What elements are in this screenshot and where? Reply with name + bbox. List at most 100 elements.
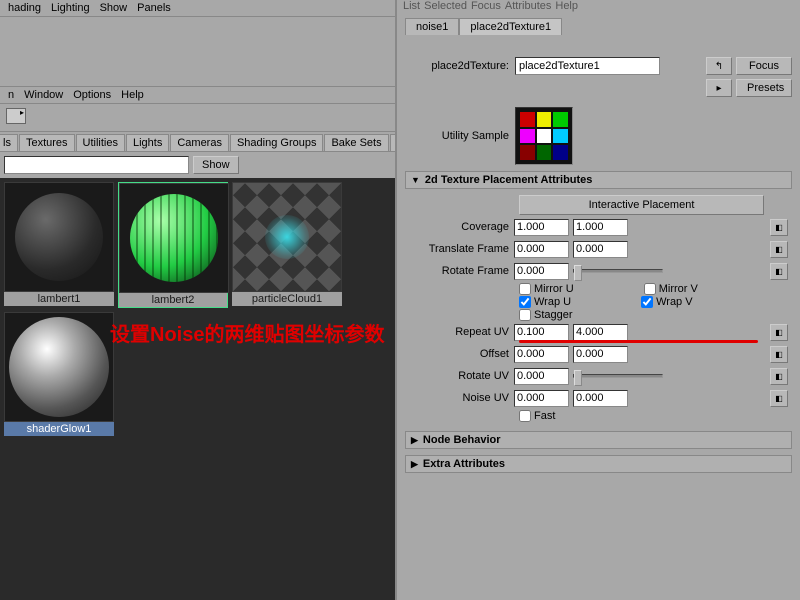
tab-place2dtexture1[interactable]: place2dTexture1 [459,18,562,35]
tool-icon[interactable] [6,108,26,124]
wrap-u-checkbox[interactable]: Wrap U [519,296,571,308]
mirror-v-checkbox[interactable]: Mirror V [644,283,698,295]
material-grid: lambert1 lambert2 particleCloud1 shaderG… [0,178,395,600]
offset-label: Offset [409,348,514,360]
filter-input[interactable] [4,156,189,174]
menu-help[interactable]: Help [117,89,148,101]
menu-list[interactable]: List [403,0,420,12]
hypershade-menubar: n Window Options Help [0,87,395,104]
map-button[interactable]: ◧ [770,390,788,407]
go-output-button[interactable]: ▸ [706,79,732,97]
tab-bakesets[interactable]: Bake Sets [324,134,388,151]
offset-u-input[interactable] [514,346,569,363]
menu-selected[interactable]: Selected [424,0,467,12]
collapse-arrow-icon: ▼ [411,175,420,185]
presets-button[interactable]: Presets [736,79,792,97]
rotateuv-input[interactable] [514,368,569,385]
section-nodebehavior[interactable]: ▶ Node Behavior [405,431,792,449]
map-button[interactable]: ◧ [770,241,788,258]
hypershade-tabs: ls Textures Utilities Lights Cameras Sha… [0,132,395,152]
ae-node-tabs: noise1 place2dTexture1 [397,14,800,35]
checker-preview-icon [233,183,341,291]
repeatuv-label: Repeat UV [409,326,514,338]
section-extraattributes[interactable]: ▶ Extra Attributes [405,455,792,473]
sphere-preview-icon [15,193,103,281]
collapse-arrow-icon: ▶ [411,459,418,470]
section-title: 2d Texture Placement Attributes [425,174,593,186]
focus-button[interactable]: Focus [736,57,792,75]
tab-noise1[interactable]: noise1 [405,18,459,35]
tab-utilities[interactable]: Utilities [76,134,125,151]
repeatuv-v-input[interactable] [573,324,628,341]
nodename-label: place2dTexture: [405,60,515,72]
tab-shadinggroups[interactable]: Shading Groups [230,134,324,151]
stagger-checkbox[interactable]: Stagger [519,309,573,321]
menu-panels[interactable]: Panels [133,2,175,14]
attribute-editor: List Selected Focus Attributes Help nois… [395,0,800,600]
menu-help[interactable]: Help [555,0,578,12]
ae-menubar: List Selected Focus Attributes Help [397,0,800,14]
hypershade-panel: hading Lighting Show Panels n Window Opt… [0,0,395,600]
menu-attributes[interactable]: Attributes [505,0,551,12]
rotateframe-input[interactable] [514,263,569,280]
menu-focus[interactable]: Focus [471,0,501,12]
map-button[interactable]: ◧ [770,324,788,341]
go-input-button[interactable]: ↰ [706,57,732,75]
translateframe-v-input[interactable] [573,241,628,258]
swatch-label: particleCloud1 [232,292,342,306]
swatch-shaderglow1[interactable]: shaderGlow1 [4,312,114,436]
section-2dtexture[interactable]: ▼ 2d Texture Placement Attributes [405,171,792,189]
menu-window[interactable]: Window [20,89,67,101]
noiseuv-u-input[interactable] [514,390,569,407]
menu-options[interactable]: Options [69,89,115,101]
section-title: Node Behavior [423,434,501,446]
map-button[interactable]: ◧ [770,263,788,280]
menu-n-partial[interactable]: n [4,89,18,101]
coverage-label: Coverage [409,221,514,233]
menu-shading[interactable]: hading [4,2,45,14]
menu-lighting[interactable]: Lighting [47,2,94,14]
map-button[interactable]: ◧ [770,368,788,385]
noiseuv-v-input[interactable] [573,390,628,407]
interactive-placement-button[interactable]: Interactive Placement [519,195,764,215]
rotateframe-label: Rotate Frame [409,265,514,277]
tab-materials[interactable]: ls [0,134,18,151]
swatch-lambert1[interactable]: lambert1 [4,182,114,308]
section-title: Extra Attributes [423,458,505,470]
sphere-preview-icon [130,194,218,282]
rotateuv-label: Rotate UV [409,370,514,382]
translateframe-label: Translate Frame [409,243,514,255]
menu-show[interactable]: Show [96,2,132,14]
translateframe-u-input[interactable] [514,241,569,258]
repeatuv-u-input[interactable] [514,324,569,341]
map-button[interactable]: ◧ [770,219,788,236]
mirror-u-checkbox[interactable]: Mirror U [519,283,574,295]
filter-row: Show [0,152,395,178]
tab-lights[interactable]: Lights [126,134,169,151]
rotateuv-slider[interactable] [573,374,663,378]
rotateframe-slider[interactable] [573,269,663,273]
offset-v-input[interactable] [573,346,628,363]
noiseuv-label: Noise UV [409,392,514,404]
show-button[interactable]: Show [193,156,239,174]
swatch-lambert2[interactable]: lambert2 [118,182,228,308]
nodename-input[interactable] [515,57,660,75]
coverage-v-input[interactable] [573,219,628,236]
sphere-preview-icon [9,317,109,417]
tab-textures[interactable]: Textures [19,134,75,151]
wrap-v-checkbox[interactable]: Wrap V [641,296,692,308]
swatch-particlecloud1[interactable]: particleCloud1 [232,182,342,308]
utility-sample-swatch [515,107,573,165]
fast-checkbox[interactable]: Fast [519,410,555,422]
utility-sample-label: Utility Sample [405,130,515,142]
collapse-arrow-icon: ▶ [411,435,418,446]
viewport-menubar: hading Lighting Show Panels [0,0,395,17]
swatch-label: lambert1 [4,292,114,306]
tab-cameras[interactable]: Cameras [170,134,229,151]
coverage-u-input[interactable] [514,219,569,236]
annotation-text: 设置Noise的两维贴图坐标参数 [110,318,384,347]
hypershade-toolbar [0,104,395,132]
swatch-label: shaderGlow1 [4,422,114,436]
swatch-label: lambert2 [119,293,227,307]
map-button[interactable]: ◧ [770,346,788,363]
